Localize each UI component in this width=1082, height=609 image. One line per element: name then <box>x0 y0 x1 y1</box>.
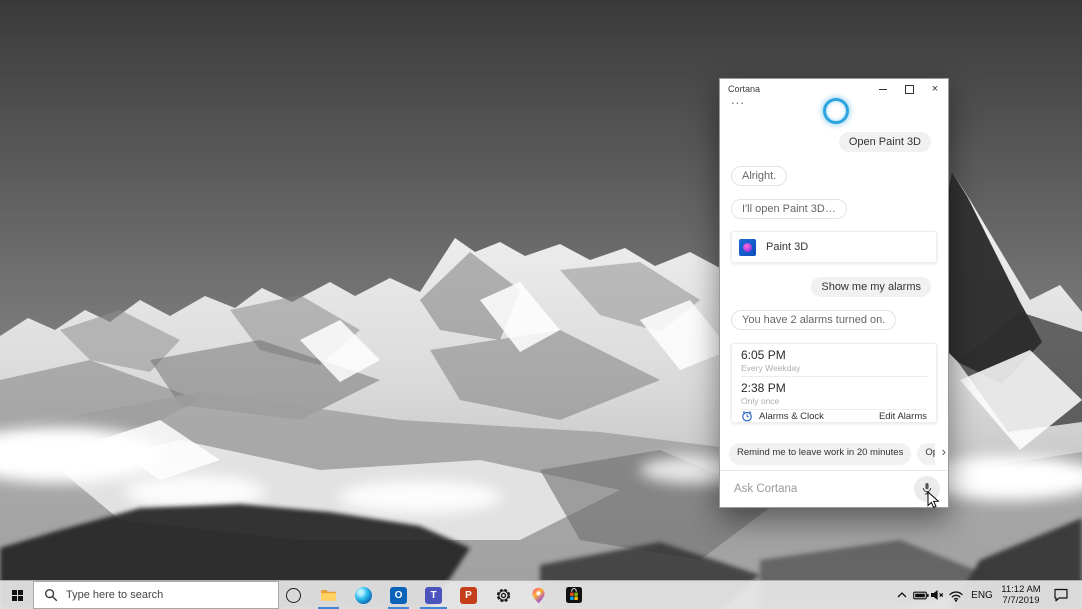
edge-icon <box>355 587 372 604</box>
taskbar-store-button[interactable] <box>556 581 591 609</box>
paint3d-result-card[interactable]: Paint 3D <box>731 231 937 263</box>
gear-icon <box>495 587 512 604</box>
ask-cortana-placeholder: Ask Cortana <box>720 483 914 495</box>
windows-logo-icon <box>12 590 23 601</box>
teams-icon: T <box>425 587 442 604</box>
tray-wifi-button[interactable] <box>946 581 966 609</box>
cortana-bubble-alright: Alright. <box>731 166 787 186</box>
taskbar-file-explorer-button[interactable] <box>311 581 346 609</box>
action-center-button[interactable] <box>1048 581 1074 609</box>
overflow-menu-button[interactable]: ... <box>731 92 745 107</box>
alarm-recurrence: Only once <box>741 396 927 406</box>
taskbar-powerpoint-button[interactable]: P <box>451 581 486 609</box>
user-chip-show-alarms: Show me my alarms <box>811 277 931 297</box>
suggestions-scroll-chevron[interactable]: › <box>942 445 946 459</box>
outlook-icon: O <box>390 587 407 604</box>
suggestion-chip-open-teams[interactable]: Open Teams <box>917 443 935 465</box>
cortana-bubble-alarms-count: You have 2 alarms turned on. <box>731 310 896 330</box>
tray-language-button[interactable]: ENG <box>968 581 996 609</box>
suggestion-chips-row: Remind me to leave work in 20 minutes Op… <box>729 443 935 465</box>
alarm-row: 2:38 PM Only once <box>741 377 927 410</box>
taskbar: Type here to search O T P <box>0 580 1082 609</box>
tray-time: 11:12 AM <box>1001 584 1040 595</box>
maximize-icon <box>905 85 914 94</box>
taskbar-teams-button[interactable]: T <box>416 581 451 609</box>
mouse-cursor <box>927 491 940 509</box>
alarms-card: 6:05 PM Every Weekday 2:38 PM Only once … <box>731 343 937 423</box>
taskbar-edge-button[interactable] <box>346 581 381 609</box>
maximize-button[interactable] <box>896 79 922 99</box>
cortana-ring-icon <box>823 98 849 124</box>
tray-clock-button[interactable]: 11:12 AM 7/7/2019 <box>996 581 1046 609</box>
maps-pin-icon <box>532 587 545 604</box>
close-icon: × <box>932 84 938 95</box>
close-button[interactable]: × <box>922 79 948 99</box>
taskbar-cortana-button[interactable] <box>280 581 306 609</box>
wifi-icon <box>948 589 964 602</box>
chevron-up-icon <box>897 592 907 598</box>
cortana-window: Cortana × ... Open Paint 3D Alright. I'l… <box>719 78 949 508</box>
search-icon <box>44 588 58 602</box>
search-placeholder: Type here to search <box>66 589 163 601</box>
taskbar-settings-button[interactable] <box>486 581 521 609</box>
ask-cortana-input-bar[interactable]: Ask Cortana <box>720 470 948 507</box>
paint3d-label: Paint 3D <box>766 241 808 253</box>
action-center-icon <box>1053 588 1069 602</box>
file-explorer-icon <box>320 588 337 602</box>
taskbar-maps-button[interactable] <box>521 581 556 609</box>
cortana-circle-icon <box>286 588 301 603</box>
alarm-row: 6:05 PM Every Weekday <box>741 344 927 377</box>
battery-icon <box>913 590 929 601</box>
user-chip-open-paint3d: Open Paint 3D <box>839 132 931 152</box>
title-bar: Cortana × <box>720 79 948 99</box>
alarm-recurrence: Every Weekday <box>741 363 927 373</box>
speaker-muted-icon <box>930 589 944 601</box>
cortana-bubble-open-paint3d: I'll open Paint 3D… <box>731 199 847 219</box>
paint3d-app-icon <box>739 239 756 256</box>
desktop: { "cortana": { "title": "Cortana", "cont… <box>0 0 1082 609</box>
taskbar-outlook-button[interactable]: O <box>381 581 416 609</box>
alarm-time: 6:05 PM <box>741 349 927 362</box>
alarms-app-link[interactable]: Alarms & Clock <box>759 411 824 422</box>
tray-volume-button[interactable] <box>928 581 946 609</box>
taskbar-search-box[interactable]: Type here to search <box>33 581 279 609</box>
powerpoint-icon: P <box>460 587 477 604</box>
tray-date: 7/7/2019 <box>1003 595 1040 606</box>
alarm-clock-icon <box>741 410 753 422</box>
store-icon <box>566 587 582 603</box>
minimize-button[interactable] <box>870 79 896 99</box>
minimize-icon <box>879 89 887 90</box>
edit-alarms-link[interactable]: Edit Alarms <box>879 411 927 422</box>
start-button[interactable] <box>0 581 34 609</box>
suggestion-chip-remind[interactable]: Remind me to leave work in 20 minutes <box>729 443 911 465</box>
tray-show-hidden-icons-button[interactable] <box>894 581 910 609</box>
alarm-time: 2:38 PM <box>741 382 927 395</box>
